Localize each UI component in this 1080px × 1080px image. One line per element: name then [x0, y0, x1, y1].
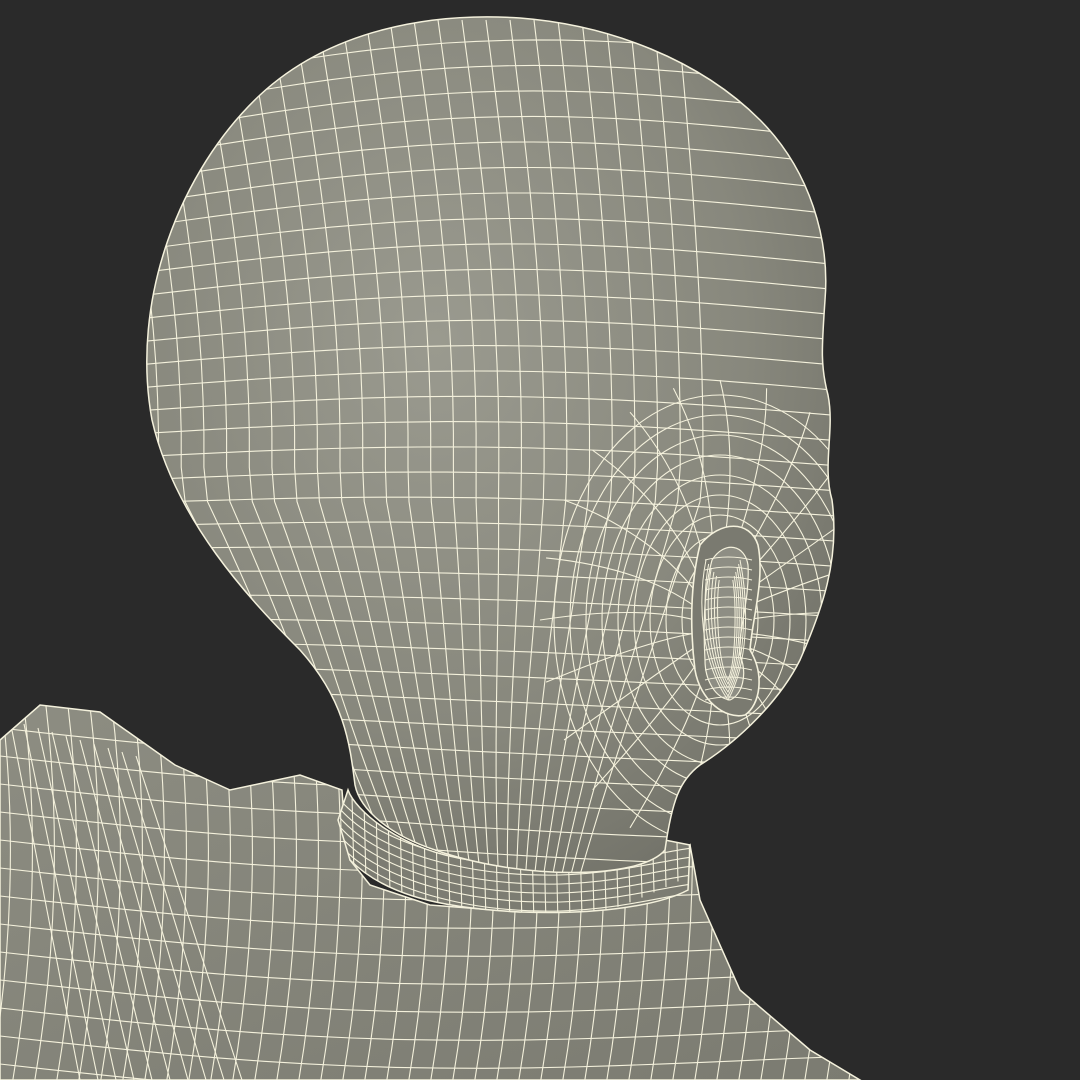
- ear-mesh: [690, 525, 761, 717]
- wireframe-render: [0, 0, 1080, 1080]
